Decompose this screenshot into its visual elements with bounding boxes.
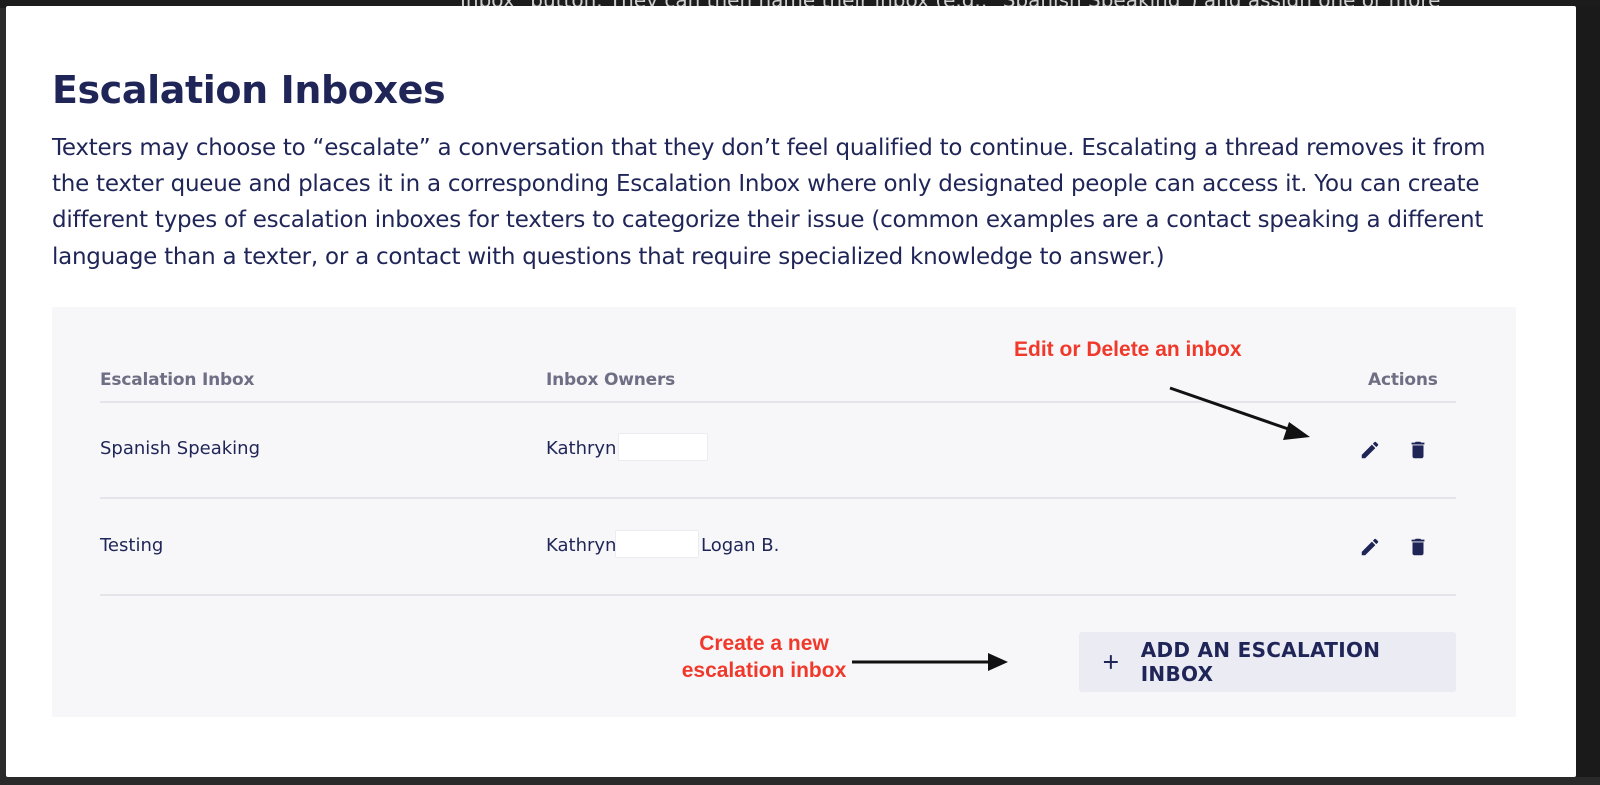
annotation-create: Create a new escalation inbox bbox=[680, 630, 848, 684]
column-header-owners: Inbox Owners bbox=[546, 370, 676, 390]
delete-inbox-button[interactable] bbox=[1403, 435, 1433, 465]
page-title: Escalation Inboxes bbox=[52, 68, 446, 112]
inbox-owner: Kathryn bbox=[546, 438, 617, 459]
edit-inbox-button[interactable] bbox=[1355, 435, 1385, 465]
redacted-owner bbox=[618, 433, 708, 461]
add-button-label: ADD AN ESCALATION INBOX bbox=[1140, 638, 1381, 686]
annotation-edit-delete: Edit or Delete an inbox bbox=[1014, 338, 1242, 361]
row-divider bbox=[100, 497, 1456, 499]
pencil-icon bbox=[1361, 538, 1379, 556]
inbox-owner: Kathryn bbox=[546, 535, 617, 556]
annotation-create-line2: escalation inbox bbox=[681, 659, 847, 682]
annotation-create-line1: Create a new bbox=[699, 632, 829, 655]
column-header-inbox: Escalation Inbox bbox=[100, 370, 255, 390]
inbox-owner: Logan B. bbox=[701, 535, 780, 556]
page-description: Texters may choose to “escalate” a conve… bbox=[52, 135, 1486, 270]
inbox-name: Testing bbox=[100, 535, 164, 556]
plus-icon bbox=[1103, 655, 1118, 669]
column-header-actions: Actions bbox=[1368, 370, 1438, 390]
inbox-name: Spanish Speaking bbox=[100, 438, 261, 459]
escalation-inboxes-dialog: Escalation Inboxes Texters may choose to… bbox=[6, 6, 1576, 777]
pencil-icon bbox=[1361, 441, 1379, 459]
table-row: Testing Kathryn Logan B. bbox=[52, 500, 1516, 598]
window-edge bbox=[1576, 6, 1600, 777]
edit-inbox-button[interactable] bbox=[1355, 532, 1385, 562]
trash-icon bbox=[1411, 538, 1425, 556]
table-row: Spanish Speaking Kathryn bbox=[52, 403, 1516, 501]
row-divider bbox=[100, 594, 1456, 596]
redacted-owner bbox=[615, 530, 699, 558]
delete-inbox-button[interactable] bbox=[1403, 532, 1433, 562]
trash-icon bbox=[1411, 441, 1425, 459]
add-escalation-inbox-button[interactable]: ADD AN ESCALATION INBOX bbox=[1079, 632, 1456, 692]
